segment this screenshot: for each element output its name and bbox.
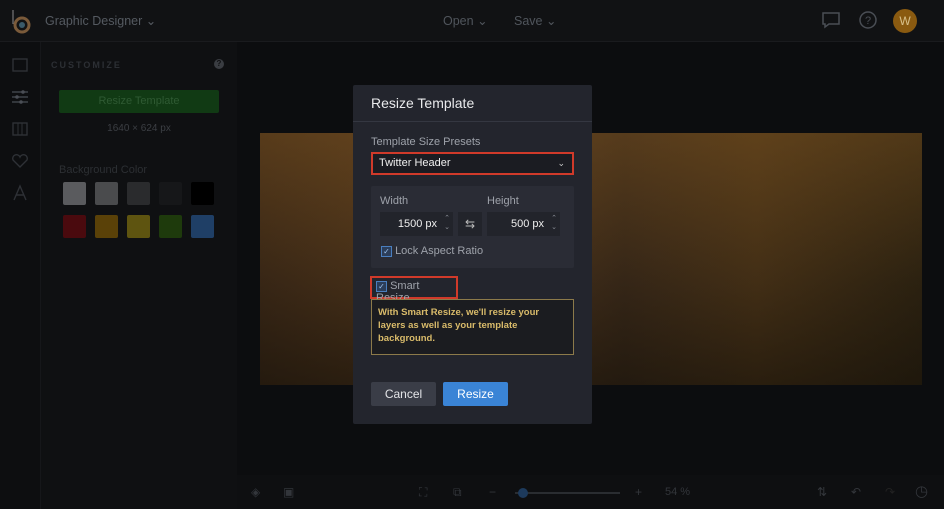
preset-value: Twitter Header <box>379 157 451 169</box>
height-value: 500 px <box>510 218 544 230</box>
height-input[interactable]: 500 px ⌃ ⌄ <box>487 212 560 236</box>
resize-template-button[interactable]: Resize Template <box>59 90 219 113</box>
checkbox-checked-icon: ✓ <box>381 245 392 257</box>
text-icon[interactable] <box>11 184 29 202</box>
lock-aspect-ratio-checkbox[interactable]: ✓ Lock Aspect Ratio <box>381 245 483 257</box>
layers-icon[interactable]: ◈ <box>251 485 260 499</box>
chevron-down-icon: ⌄ <box>557 158 565 168</box>
help-icon[interactable]: ? <box>214 59 224 69</box>
help-icon[interactable]: ? <box>858 10 878 30</box>
zoom-out-button[interactable]: − <box>489 485 496 499</box>
color-swatch[interactable] <box>95 182 118 205</box>
image-icon[interactable] <box>11 56 29 74</box>
color-swatch[interactable] <box>63 182 86 205</box>
svg-text:?: ? <box>865 15 871 27</box>
height-label: Height <box>487 195 519 207</box>
divider <box>353 121 592 122</box>
open-menu[interactable]: Open ⌄ <box>443 13 488 28</box>
lock-label: Lock Aspect Ratio <box>395 245 484 257</box>
background-color-label: Background Color <box>59 164 148 176</box>
comment-icon[interactable] <box>821 10 841 30</box>
layout-icon[interactable]: ▣ <box>283 485 294 499</box>
sliders-icon[interactable] <box>11 88 29 106</box>
panel-header: CUSTOMIZE <box>51 60 122 70</box>
width-value: 1500 px <box>397 218 437 230</box>
color-swatch[interactable] <box>159 182 182 205</box>
resize-button[interactable]: Resize <box>443 382 508 406</box>
save-label: Save <box>514 14 543 28</box>
resize-template-dialog: Resize Template Template Size Presets Tw… <box>353 85 592 424</box>
template-size-preset-select[interactable]: Twitter Header ⌄ <box>371 152 574 175</box>
save-menu[interactable]: Save ⌄ <box>514 13 556 28</box>
app-logo[interactable] <box>10 8 32 34</box>
zoom-level: 54 % <box>665 486 691 498</box>
undo-icon[interactable]: ↶ <box>851 485 861 499</box>
color-swatch[interactable] <box>95 215 118 238</box>
zoom-in-button[interactable]: + <box>635 485 642 499</box>
customize-panel: CUSTOMIZE ? Resize Template 1640 × 624 p… <box>41 42 237 509</box>
swap-icon[interactable]: ⇅ <box>817 485 827 499</box>
fit-screen-icon[interactable]: ⛶ <box>419 485 427 500</box>
color-swatch[interactable] <box>127 215 150 238</box>
expand-icon[interactable]: ⧉ <box>453 485 462 500</box>
history-icon[interactable]: ◷ <box>915 482 928 500</box>
color-swatch[interactable] <box>127 182 150 205</box>
width-label: Width <box>380 195 409 207</box>
cancel-button[interactable]: Cancel <box>371 382 436 406</box>
app-title: Graphic Designer <box>45 14 143 28</box>
redo-icon[interactable]: ↷ <box>885 485 895 499</box>
swap-dimensions-button[interactable]: ⇆ <box>458 212 482 236</box>
checkbox-checked-icon: ✓ <box>376 280 387 292</box>
width-stepper[interactable]: ⌃ ⌄ <box>444 214 450 232</box>
template-dimensions: 1640 × 624 px <box>107 123 171 134</box>
color-swatch[interactable] <box>159 215 182 238</box>
top-bar: Graphic Designer ⌄ Open ⌄ Save ⌄ ? W <box>0 0 944 42</box>
zoom-slider[interactable] <box>515 492 620 494</box>
open-label: Open <box>443 14 474 28</box>
dimensions-box: Width Height 1500 px ⌃ ⌄ ⇆ 500 px ⌃ ⌄ ✓ Lock… <box>371 186 574 268</box>
frames-icon[interactable] <box>11 120 29 138</box>
color-swatch[interactable] <box>191 182 214 205</box>
app-title-menu[interactable]: Graphic Designer ⌄ <box>45 13 156 28</box>
dialog-title: Resize Template <box>371 95 475 111</box>
smart-resize-checkbox[interactable]: ✓ Smart Resize <box>370 276 458 304</box>
heart-icon[interactable] <box>11 152 29 170</box>
width-input[interactable]: 1500 px ⌃ ⌄ <box>380 212 453 236</box>
presets-label: Template Size Presets <box>371 136 481 148</box>
color-swatch[interactable] <box>191 215 214 238</box>
color-swatch[interactable] <box>63 215 86 238</box>
height-stepper[interactable]: ⌃ ⌄ <box>551 214 557 232</box>
tool-rail <box>0 42 41 509</box>
avatar[interactable]: W <box>893 9 917 33</box>
smart-resize-note: With Smart Resize, we'll resize your lay… <box>371 299 574 355</box>
